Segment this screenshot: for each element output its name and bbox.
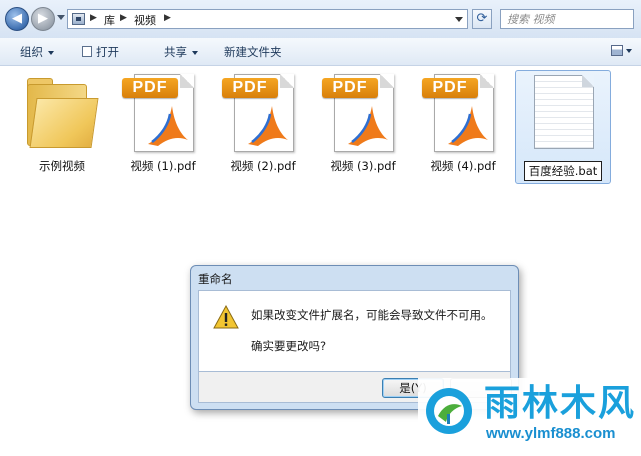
organize-menu[interactable]: 组织 — [20, 44, 54, 60]
file-item-bat-selected[interactable]: 百度经验.bat — [515, 70, 611, 184]
refresh-button[interactable]: ⟳ — [472, 9, 492, 29]
command-bar: 组织 打开 共享 新建文件夹 — [0, 38, 641, 66]
rename-input[interactable]: 百度经验.bat — [523, 161, 603, 181]
dialog-message: 如果改变文件扩展名，可能会导致文件不可用。 — [251, 308, 493, 322]
pdf-badge: PDF — [422, 78, 478, 98]
text-file-icon — [520, 71, 606, 157]
pdf-badge: PDF — [222, 78, 278, 98]
file-item-pdf[interactable]: PDF 视频 (1).pdf — [115, 70, 211, 174]
search-box[interactable] — [500, 9, 634, 29]
address-dropdown-icon[interactable] — [455, 17, 463, 22]
pdf-swirl-icon — [448, 106, 488, 146]
file-name: 视频 (2).pdf — [230, 159, 296, 173]
breadcrumb-videos[interactable]: 视频 — [134, 12, 156, 28]
recent-pages-dropdown-icon[interactable] — [57, 15, 65, 20]
watermark-url: www.ylmf888.com — [486, 425, 616, 442]
organize-label: 组织 — [20, 45, 43, 59]
new-folder-button[interactable]: 新建文件夹 — [224, 44, 282, 60]
chevron-right-icon[interactable]: ▶ — [120, 13, 127, 23]
breadcrumb-library[interactable]: 库 — [104, 12, 115, 28]
chevron-right-icon[interactable]: ▶ — [90, 13, 97, 23]
back-button[interactable]: ◀ — [5, 7, 29, 31]
warning-icon — [213, 305, 239, 329]
watermark: 雨林木风 www.ylmf888.com — [418, 378, 641, 456]
chevron-down-icon — [48, 50, 54, 55]
view-icon — [611, 45, 623, 56]
watermark-brand: 雨林木风 — [484, 383, 637, 424]
file-item-pdf[interactable]: PDF 视频 (4).pdf — [415, 70, 511, 174]
pdf-badge: PDF — [122, 78, 178, 98]
chevron-right-icon[interactable]: ▶ — [164, 13, 171, 23]
file-item-pdf[interactable]: PDF 视频 (2).pdf — [215, 70, 311, 174]
dialog-title: 重命名 — [198, 272, 233, 286]
open-button[interactable]: 打开 — [82, 44, 119, 60]
pdf-swirl-icon — [248, 106, 288, 146]
dialog-body: 如果改变文件扩展名，可能会导致文件不可用。 确实要更改吗? — [198, 290, 511, 372]
file-name: 视频 (3).pdf — [330, 159, 396, 173]
pdf-swirl-icon — [148, 106, 188, 146]
change-view-button[interactable] — [611, 44, 633, 58]
file-item-pdf[interactable]: PDF 视频 (3).pdf — [315, 70, 411, 174]
dialog-question: 确实要更改吗? — [251, 339, 327, 353]
ylmf-logo-icon — [426, 388, 472, 434]
pdf-file-icon: PDF — [420, 70, 506, 156]
folder-icon — [19, 70, 105, 156]
breadcrumb[interactable]: ▶ 库 ▶ 视频 ▶ — [67, 9, 468, 29]
open-label: 打开 — [96, 45, 119, 59]
file-item-folder[interactable]: 示例视频 — [14, 70, 110, 174]
share-label: 共享 — [164, 45, 187, 59]
pdf-swirl-icon — [348, 106, 388, 146]
library-icon — [72, 13, 85, 25]
chevron-down-icon — [626, 49, 632, 53]
chevron-down-icon — [192, 50, 198, 55]
forward-button[interactable]: ▶ — [31, 7, 55, 31]
address-bar: ◀ ▶ ▶ 库 ▶ 视频 ▶ ⟳ — [0, 0, 641, 39]
file-name: 视频 (4).pdf — [430, 159, 496, 173]
pdf-badge: PDF — [322, 78, 378, 98]
search-input[interactable] — [501, 10, 633, 28]
file-name: 视频 (1).pdf — [130, 159, 196, 173]
open-icon — [82, 46, 92, 57]
share-menu[interactable]: 共享 — [164, 44, 198, 60]
file-name: 示例视频 — [39, 159, 85, 173]
pdf-file-icon: PDF — [120, 70, 206, 156]
pdf-file-icon: PDF — [220, 70, 306, 156]
pdf-file-icon: PDF — [320, 70, 406, 156]
